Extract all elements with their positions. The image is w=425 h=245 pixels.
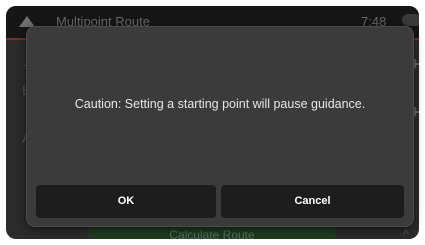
calculate-route-label: Calculate Route [169,228,255,239]
navigate-up-icon[interactable] [19,16,35,27]
dialog-message: Caution: Setting a starting point will p… [74,97,366,111]
ok-button[interactable]: OK [36,185,216,218]
cancel-button[interactable]: Cancel [221,185,404,218]
back-icon[interactable]: ← [26,230,40,239]
caution-dialog: Caution: Setting a starting point will p… [27,27,413,226]
status-indicator [402,14,419,26]
chevron-up-icon[interactable]: ^ [403,227,409,239]
